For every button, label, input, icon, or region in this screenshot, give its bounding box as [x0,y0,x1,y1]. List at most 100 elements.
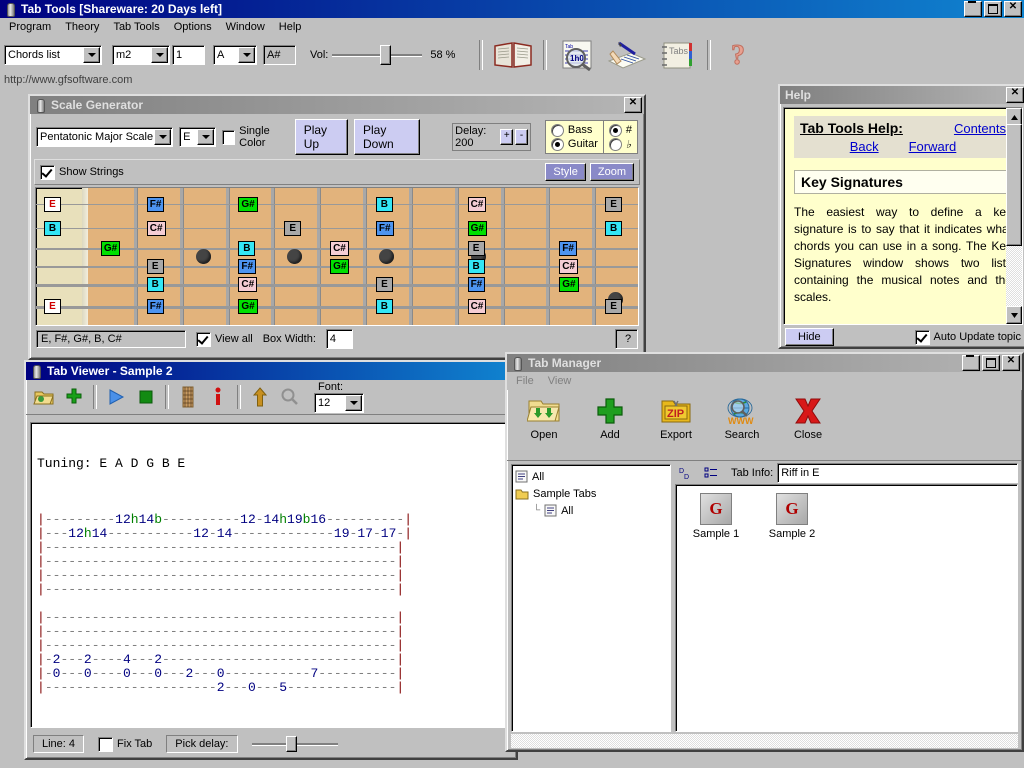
tree-item-sample-tabs[interactable]: Sample Tabs [515,485,667,502]
main-titlebar[interactable]: Tab Tools [Shareware: 20 Days left] ✕ [0,0,1024,18]
fretboard-note[interactable]: E [376,277,393,292]
fretboard-note[interactable]: G# [559,277,578,292]
fretboard-note[interactable]: G# [468,221,487,236]
help-icon[interactable]: ? [718,38,764,72]
radio-bass[interactable]: Bass [551,123,598,137]
fretboard-note[interactable]: G# [238,197,257,212]
close-button[interactable]: ✕ [1004,1,1022,17]
interval-combo[interactable]: m2 [112,45,170,65]
chevron-down-icon[interactable] [238,47,255,63]
fretboard-note[interactable]: B [468,259,485,274]
play-icon[interactable] [102,383,130,411]
tab-manager-icon[interactable]: Tabs [654,38,700,72]
help-forward-link[interactable]: Forward [909,139,957,154]
fretboard-note[interactable]: C# [559,259,578,274]
fretboard-note[interactable]: F# [559,241,577,256]
zoom-button[interactable]: Zoom [590,163,634,181]
fretboard-note[interactable]: E [468,241,485,256]
search-icon[interactable] [276,383,304,411]
fretboard-note[interactable]: G# [330,259,349,274]
minimize-button[interactable] [964,1,982,17]
pick-delay-thumb[interactable] [286,736,297,752]
menu-options[interactable]: Options [167,19,219,35]
fretboard-note[interactable]: B [147,277,164,292]
close-button[interactable]: ✕ [624,97,642,113]
chevron-down-icon[interactable] [151,47,168,63]
menu-program[interactable]: Program [2,19,58,35]
help-back-link[interactable]: Back [850,139,879,154]
open-icon[interactable] [30,383,58,411]
scale-combo[interactable]: Pentatonic Major Scale [36,127,173,147]
tab-viewer-canvas[interactable]: Tuning: E A D G B E |---------12h14b----… [30,422,512,728]
fretboard[interactable]: F#G#BC#EC#EF#G#BG#BC#EF#EF#G#BC#BC#EF#G#… [35,187,639,326]
help-titlebar[interactable]: Help ✕ [780,86,1024,104]
scale-generator-titlebar[interactable]: Scale Generator ✕ [30,96,644,114]
fix-tab-checkbox[interactable]: Fix Tab [98,737,152,752]
hide-button[interactable]: Hide [785,328,834,346]
volume-slider[interactable] [332,46,422,64]
single-color-checkbox[interactable]: Single Color [222,125,288,149]
up-arrow-icon[interactable] [246,383,274,411]
fretboard-note[interactable]: B [238,241,255,256]
open-string-note[interactable]: B [44,221,61,236]
view-large-icons-button[interactable]: DD [675,465,697,482]
restore-button[interactable] [984,1,1002,17]
tab-manager-titlebar[interactable]: Tab Manager ✕ [507,354,1022,372]
view-all-checkbox[interactable]: View all [196,332,253,347]
tab-info-field[interactable]: Riff in E [777,463,1018,483]
radio-guitar[interactable]: Guitar [551,137,598,151]
play-up-button[interactable]: Play Up [295,119,348,155]
menu-tab-tools[interactable]: Tab Tools [106,19,166,35]
help-contents-link[interactable]: Contents [954,121,1006,136]
fretboard-note[interactable]: E [605,299,622,314]
stop-icon[interactable] [132,383,160,411]
fretboard-icon[interactable] [174,383,202,411]
add-icon[interactable] [60,383,88,411]
restore-button[interactable] [982,355,1000,371]
play-down-button[interactable]: Play Down [354,119,420,155]
close-button[interactable]: ✕ [1006,87,1024,103]
close-button[interactable]: ✕ [1002,355,1020,371]
delay-increase-button[interactable]: + [500,129,513,145]
chevron-down-icon[interactable] [345,395,362,411]
close-button-tm[interactable]: Close [777,394,839,441]
tm-menu-file[interactable]: File [509,373,541,389]
fretboard-note[interactable]: F# [376,221,394,236]
show-strings-checkbox[interactable]: Show Strings [40,165,124,180]
octave-field[interactable]: 1 [172,45,205,65]
open-string-note[interactable]: E [44,299,61,314]
fretboard-note[interactable]: F# [147,299,165,314]
menu-help[interactable]: Help [272,19,309,35]
radio-sharp[interactable]: # [609,123,632,137]
tab-viewer-icon[interactable]: Tab 1h0 [554,38,600,72]
chords-list-combo[interactable]: Chords list [4,45,102,65]
tree-item-all-child[interactable]: └ All [515,502,667,519]
fretboard-note[interactable]: F# [147,197,165,212]
box-width-field[interactable]: 4 [326,329,353,349]
fretboard-note[interactable]: B [605,221,622,236]
fretboard-note[interactable]: E [284,221,301,236]
scroll-thumb[interactable] [1006,124,1022,246]
fretboard-note[interactable]: E [605,197,622,212]
note-field[interactable]: A# [263,45,296,65]
fretboard-note[interactable]: C# [330,241,349,256]
scale-help-button[interactable]: ? [615,329,638,349]
tab-file-list[interactable]: G Sample 1 G Sample 2 [675,484,1018,732]
style-button[interactable]: Style [545,163,585,181]
fretboard-note[interactable]: E [147,259,164,274]
fretboard-note[interactable]: B [376,299,393,314]
fretboard-note[interactable]: C# [147,221,166,236]
tab-viewer-titlebar[interactable]: Tab Viewer - Sample 2 [26,362,516,380]
volume-thumb[interactable] [380,45,391,65]
chevron-down-icon[interactable] [154,129,171,145]
tab-tree[interactable]: All Sample Tabs └ All [511,464,671,732]
tm-menu-view[interactable]: View [541,373,579,389]
fretboard-note[interactable]: G# [238,299,257,314]
key-combo[interactable]: E [179,127,216,147]
chevron-down-icon[interactable] [83,47,100,63]
list-item[interactable]: G Sample 2 [760,493,824,540]
radio-flat[interactable]: ♭ [609,137,632,151]
pick-delay-slider[interactable] [252,735,338,753]
search-button[interactable]: WWW Search [711,394,773,441]
scroll-down-button[interactable] [1006,306,1022,324]
